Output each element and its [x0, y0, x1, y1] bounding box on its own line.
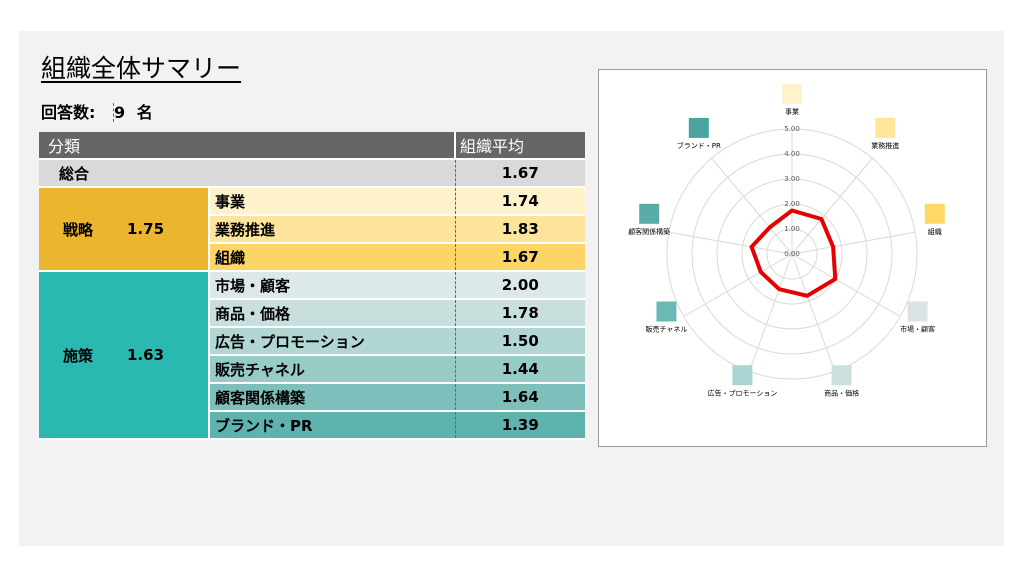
grid-spoke: [711, 157, 793, 255]
table-row: 戦略 1.75 事業 1.74: [39, 187, 586, 272]
item-value: 1.74: [454, 187, 586, 216]
item-label: ブランド・PR: [207, 411, 456, 440]
tick-label: 2.00: [784, 200, 800, 208]
header-category: 分類: [39, 132, 456, 160]
category-marker: [732, 365, 753, 386]
item-value: 1.67: [454, 243, 586, 272]
category-marker: [656, 301, 677, 322]
tick-label: 4.00: [784, 150, 800, 158]
category-marker: [875, 117, 896, 138]
category-label: 組織: [928, 227, 942, 236]
group-strategy-name: 戦略: [39, 187, 127, 272]
category-marker: [782, 84, 802, 104]
category-label: 販売チャネル: [645, 325, 687, 334]
item-value: 1.83: [454, 215, 586, 244]
group-measures-score: 1.63: [127, 271, 209, 440]
item-label: 顧客関係構築: [207, 383, 456, 412]
item-value: 1.39: [454, 411, 586, 440]
tick-label: 1.00: [784, 225, 800, 233]
tick-label: 5.00: [784, 125, 800, 133]
slide: 組織全体サマリー 回答数: 9 名 分類 組織平均 総合 1.67 戦略 1.7…: [19, 31, 1004, 546]
radar-chart: 0.00 1.00 2.00 3.00 4.00 5.00 事業業務推進組織市場・顧客商品・…: [598, 69, 987, 447]
category-label: 事業: [785, 107, 799, 116]
category-marker: [639, 203, 660, 224]
item-label: 業務推進: [207, 215, 456, 244]
page-title: 組織全体サマリー: [41, 54, 242, 83]
tick-label: 0.00: [784, 250, 800, 258]
item-label: 事業: [207, 187, 456, 216]
item-value: 1.78: [454, 299, 586, 328]
item-value: 1.44: [454, 355, 586, 384]
category-marker: [831, 365, 852, 386]
category-marker: [688, 117, 709, 138]
respondent-unit: 名: [136, 103, 153, 122]
total-row: 総合 1.67: [39, 159, 586, 188]
category-label: 市場・顧客: [900, 325, 935, 334]
radar-chart-svg: 0.00 1.00 2.00 3.00 4.00 5.00 事業業務推進組織市場・顧客商品・…: [628, 84, 945, 397]
category-label: ブランド・PR: [677, 141, 721, 150]
header-average: 組織平均: [454, 132, 586, 160]
category-marker: [924, 203, 945, 224]
item-label: 広告・プロモーション: [207, 327, 456, 356]
category-label: 顧客関係構築: [628, 227, 670, 236]
grid-spoke: [791, 231, 916, 255]
item-label: 市場・顧客: [207, 271, 456, 300]
item-label: 商品・価格: [207, 299, 456, 328]
item-value: 1.64: [454, 383, 586, 412]
category-label: 商品・価格: [824, 388, 859, 397]
summary-table: 分類 組織平均 総合 1.67 戦略 1.75 事業 1.74 業務推進 1.8…: [39, 132, 586, 440]
respondent-count: 回答数: 9 名: [41, 99, 153, 123]
group-strategy-score: 1.75: [127, 187, 209, 272]
grid-spoke: [791, 253, 901, 317]
category-marker: [907, 301, 928, 322]
item-label: 販売チャネル: [207, 355, 456, 384]
category-label: 業務推進: [871, 141, 899, 150]
respondent-value: 9: [112, 103, 126, 122]
table-header-row: 分類 組織平均: [39, 132, 586, 160]
tick-label: 3.00: [784, 175, 800, 183]
item-value: 1.50: [454, 327, 586, 356]
item-label: 組織: [207, 243, 456, 272]
item-value: 2.00: [454, 271, 586, 300]
group-measures-name: 施策: [39, 271, 127, 440]
total-label: 総合: [39, 159, 456, 188]
grid-spoke: [668, 231, 793, 255]
category-label: 広告・プロモーション: [707, 388, 777, 397]
respondent-label: 回答数:: [41, 103, 96, 122]
total-value: 1.67: [454, 159, 586, 188]
table-row: 施策 1.63 市場・顧客 2.00: [39, 271, 586, 440]
